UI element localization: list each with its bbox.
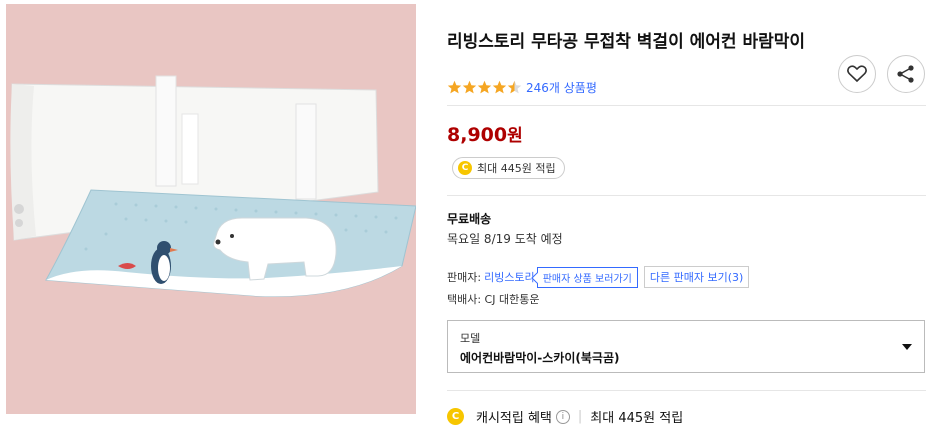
seller-products-button[interactable]: 판매자 상품 보러가기 bbox=[536, 266, 638, 288]
review-count-link[interactable]: 246개 상품평 bbox=[526, 79, 597, 96]
star-icon bbox=[462, 80, 477, 94]
price-unit: 원 bbox=[507, 126, 523, 146]
info-icon[interactable]: i bbox=[555, 409, 570, 424]
shipping-title: 무료배송 bbox=[447, 212, 492, 226]
star-icon bbox=[447, 80, 462, 94]
cash-benefit-row: C 캐시적립 혜택 i | 최대 445원 적립 bbox=[447, 407, 683, 426]
star-rating bbox=[447, 80, 522, 95]
divider bbox=[447, 195, 926, 196]
caret-down-icon bbox=[902, 344, 912, 350]
share-icon bbox=[897, 65, 914, 83]
seller-row: 판매자: 리빙스토리 판매자 상품 보러가기 다른 판매자 보기(3) bbox=[447, 266, 750, 288]
coin-icon: C bbox=[447, 408, 464, 425]
air-conditioner-deflector-illustration bbox=[6, 4, 416, 414]
seller-name-link[interactable]: 리빙스토리 bbox=[484, 269, 535, 285]
cash-reward-text: 최대 445원 적립 bbox=[477, 162, 556, 175]
coin-icon: C bbox=[458, 161, 472, 175]
rating-row: 246개 상품평 bbox=[447, 79, 597, 96]
product-image bbox=[6, 4, 416, 414]
courier-info: 택배사: CJ 대한통운 bbox=[447, 293, 540, 306]
divider bbox=[447, 390, 926, 391]
price-value: 8,900 bbox=[447, 124, 508, 146]
star-icon bbox=[507, 80, 522, 94]
cash-reward-badge: C 최대 445원 적립 bbox=[452, 157, 565, 179]
divider bbox=[447, 105, 926, 106]
share-button[interactable] bbox=[887, 55, 925, 93]
delivery-date: 목요일 8/19 도착 예정 bbox=[447, 232, 563, 246]
option-selected-value: 에어컨바람막이-스카이(북극곰) bbox=[460, 351, 620, 365]
product-info-panel: 리빙스토리 무타공 무접착 벽걸이 에어컨 바람막이 246개 상품평 8,90… bbox=[447, 0, 926, 435]
wishlist-button[interactable] bbox=[838, 55, 876, 93]
option-select[interactable]: 모델 에어컨바람막이-스카이(북극곰) bbox=[447, 320, 925, 373]
seller-label: 판매자: bbox=[447, 271, 482, 284]
option-label: 모델 bbox=[460, 332, 481, 345]
star-icon bbox=[492, 80, 507, 94]
heart-icon bbox=[847, 65, 867, 83]
separator: | bbox=[577, 409, 583, 424]
cash-benefit-label: 캐시적립 혜택 bbox=[476, 411, 552, 426]
cash-benefit-detail: 최대 445원 적립 bbox=[590, 411, 684, 426]
product-title: 리빙스토리 무타공 무접착 벽걸이 에어컨 바람막이 bbox=[447, 32, 806, 52]
other-sellers-button[interactable]: 다른 판매자 보기(3) bbox=[643, 266, 750, 288]
price: 8,900원 bbox=[447, 121, 523, 146]
star-icon bbox=[477, 80, 492, 94]
